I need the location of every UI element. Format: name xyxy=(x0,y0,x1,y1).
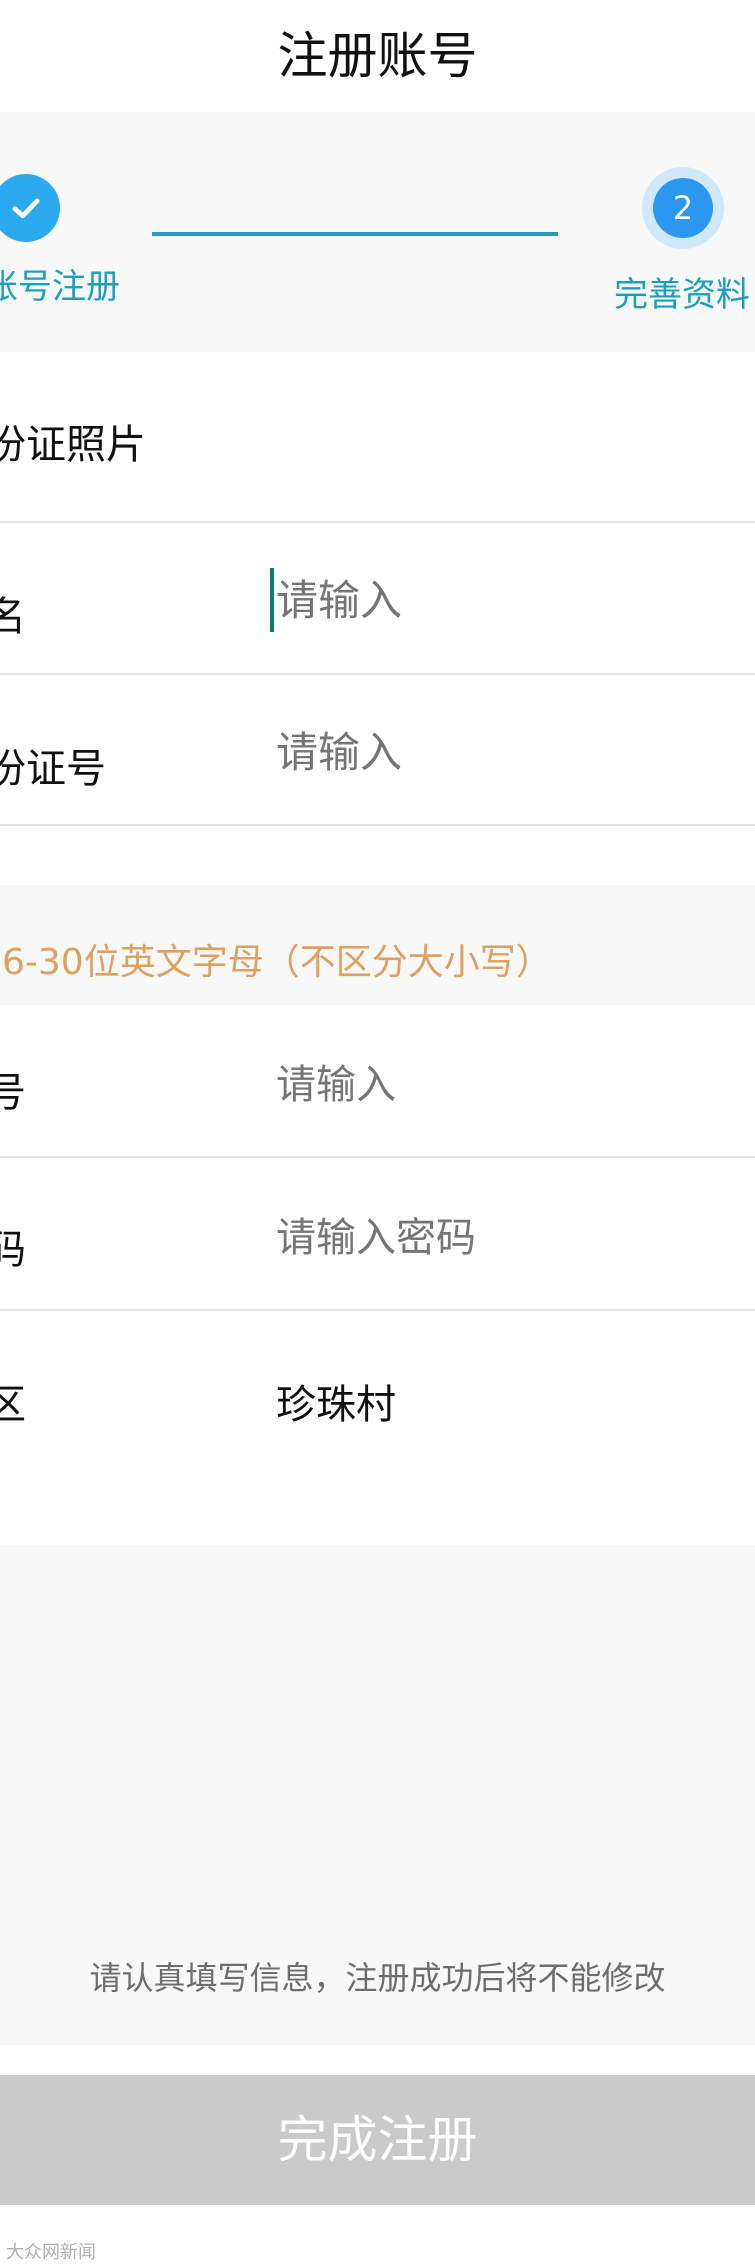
page-title: 注册账号 xyxy=(277,27,478,85)
password-input[interactable] xyxy=(276,1208,716,1268)
step-indicator: 账号注册 2 完善资料 xyxy=(0,112,755,352)
area-value[interactable]: 珍珠村 xyxy=(276,1372,396,1430)
divider xyxy=(0,1309,755,1311)
divider xyxy=(0,673,755,675)
id-number-input[interactable] xyxy=(276,722,716,782)
step1-label: 账号注册 xyxy=(0,267,120,307)
step-progress-line xyxy=(152,232,558,236)
account-input[interactable] xyxy=(276,1055,716,1115)
step2-current-badge: 2 xyxy=(642,167,724,249)
account-label: 号 xyxy=(0,1070,26,1116)
complete-registration-button[interactable]: 完成注册 xyxy=(0,2075,755,2205)
account-hint: 6-30位英文字母（不区分大小写） xyxy=(2,942,552,983)
id-photo-label: 份证照片 xyxy=(0,422,146,468)
step1-complete-badge xyxy=(0,174,60,242)
divider xyxy=(0,521,755,523)
password-label: 码 xyxy=(0,1227,26,1273)
check-icon xyxy=(12,198,40,219)
area-label: 区 xyxy=(0,1382,26,1428)
id-number-label: 份证号 xyxy=(0,746,106,792)
step2-number: 2 xyxy=(653,178,713,238)
step2-label: 完善资料 xyxy=(614,275,750,315)
divider xyxy=(0,1156,755,1158)
name-input[interactable] xyxy=(276,570,716,630)
name-label: 名 xyxy=(0,594,26,640)
watermark: 大众网新闻 xyxy=(6,2242,96,2263)
notice-text: 请认真填写信息，注册成功后将不能修改 xyxy=(89,1959,666,1997)
text-cursor xyxy=(270,568,274,632)
divider xyxy=(0,824,755,826)
